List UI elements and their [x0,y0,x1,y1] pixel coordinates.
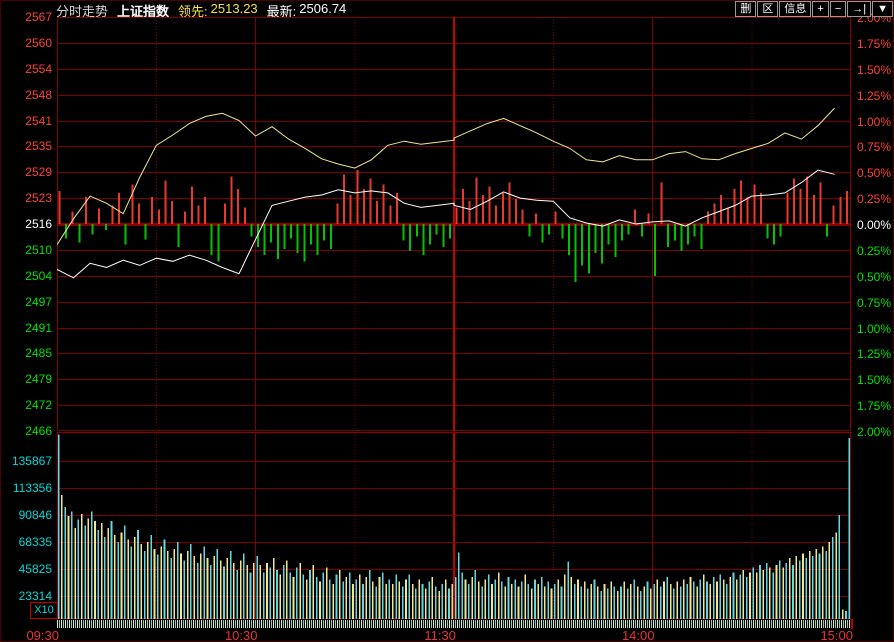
delete-button[interactable]: 删 [735,1,756,17]
percent-axis-label: 1.25% [857,348,891,360]
percent-axis-label: 2.00% [857,426,891,438]
percent-axis-label: 0.75% [857,141,891,153]
percent-axis-label: 1.00% [857,323,891,335]
percent-axis-label: 0.00% [857,219,891,231]
volume-axis-label: 45825 [0,563,52,575]
percent-axis-label: 1.50% [857,374,891,386]
volume-axis: 135867 113356 90846 68335 45825 23314 [0,0,52,642]
stock-chart-window: 分时走势 上证指数 领先: 2513.23 最新: 2506.74 删 区 信息… [0,0,894,642]
time-axis: 09:3010:3011:3014:0015:00 [0,628,894,642]
volume-axis-label: 113356 [0,482,52,494]
percent-axis-label: 0.25% [857,193,891,205]
region-button[interactable]: 区 [757,1,778,17]
volume-axis-label: 135867 [0,455,52,467]
volume-axis-label: 23314 [0,590,52,602]
volume-axis-label: 90846 [0,509,52,521]
title-bar: 分时走势 上证指数 领先: 2513.23 最新: 2506.74 删 区 信息… [0,0,894,17]
percent-axis-label: 0.50% [857,167,891,179]
volume-axis-label: 68335 [0,536,52,548]
toolbar: 删 区 信息 + − →| ▼ [735,1,893,17]
percent-axis-label: 1.75% [857,38,891,50]
skip-end-icon[interactable]: →| [847,1,871,17]
percent-axis-label: 1.50% [857,64,891,76]
percent-axis-label: 0.25% [857,245,891,257]
percent-axis: 2.00% 1.75% 1.50% 1.25% 1.00% 0.75% 0.50% 0.25%… [857,0,894,642]
dropdown-icon[interactable]: ▼ [872,1,893,17]
minute-ticker-strip[interactable] [57,620,851,628]
price-chart-pane[interactable] [57,17,851,431]
time-axis-label: 11:30 [424,628,456,642]
zoom-in-button[interactable]: + [812,1,828,17]
info-button[interactable]: 信息 [779,1,811,17]
zoom-out-button[interactable]: − [830,1,846,17]
time-axis-label: 14:00 [622,628,655,642]
time-axis-label: 10:30 [225,628,258,642]
percent-axis-label: 1.25% [857,90,891,102]
percent-axis-label: 1.00% [857,116,891,128]
volume-chart-pane[interactable] [57,432,851,619]
percent-axis-label: 1.75% [857,400,891,412]
percent-axis-label: 0.50% [857,271,891,283]
percent-axis-label: 0.75% [857,297,891,309]
time-axis-label: 15:00 [820,628,853,642]
